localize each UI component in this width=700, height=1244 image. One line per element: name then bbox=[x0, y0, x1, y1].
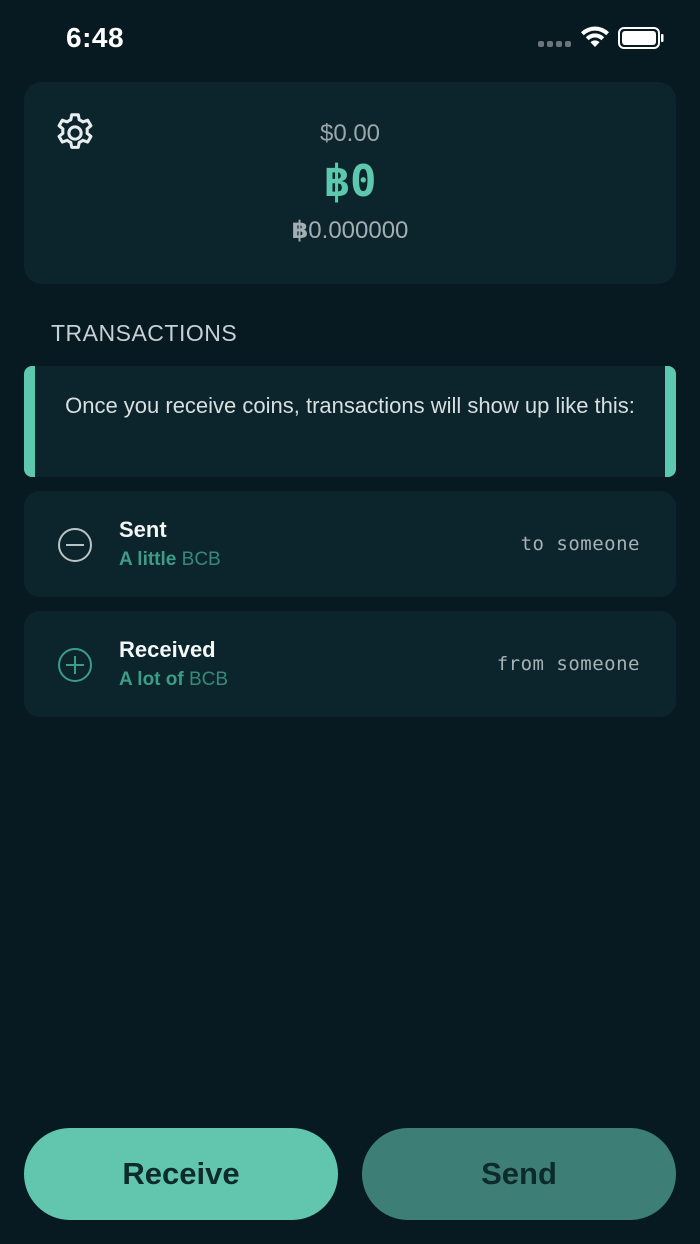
info-text: Once you receive coins, transactions wil… bbox=[65, 393, 635, 418]
coin-symbol: ฿ bbox=[291, 217, 309, 244]
transaction-counterparty: from someone bbox=[496, 653, 640, 675]
coin-balance-precise: ฿0.000000 bbox=[24, 216, 676, 245]
coin-precise-value: 0.000000 bbox=[308, 217, 409, 244]
transaction-title: Received bbox=[119, 637, 216, 662]
minus-circle-icon bbox=[58, 528, 92, 562]
battery-icon bbox=[618, 27, 664, 49]
transaction-quantity: A little bbox=[119, 549, 177, 570]
transaction-counterparty: to someone bbox=[520, 533, 640, 555]
transaction-unit: BCB bbox=[181, 549, 221, 570]
transaction-amount: A lot of BCB bbox=[119, 669, 228, 691]
status-time: 6:48 bbox=[66, 22, 125, 53]
transactions-info-banner: Once you receive coins, transactions wil… bbox=[24, 366, 676, 477]
transaction-title: Sent bbox=[119, 517, 167, 542]
status-bar: 6:48 bbox=[0, 0, 700, 76]
coin-balance: ฿0 bbox=[323, 156, 377, 207]
plus-circle-icon bbox=[58, 648, 92, 682]
transaction-row-sent[interactable]: Sent A little BCB to someone bbox=[24, 491, 676, 597]
transaction-amount: A little BCB bbox=[119, 549, 221, 571]
transaction-row-received[interactable]: Received A lot of BCB from someone bbox=[24, 611, 676, 717]
send-button[interactable]: Send bbox=[362, 1128, 676, 1220]
transaction-unit: BCB bbox=[189, 669, 229, 690]
wifi-icon bbox=[581, 26, 609, 47]
balance-card: $0.00 ฿0 ฿0.000000 bbox=[24, 82, 676, 284]
transactions-header: TRANSACTIONS bbox=[51, 320, 238, 346]
transaction-quantity: A lot of bbox=[119, 669, 184, 690]
fiat-balance: $0.00 bbox=[319, 120, 381, 147]
cellular-signal-icon bbox=[538, 41, 571, 47]
receive-button[interactable]: Receive bbox=[24, 1128, 338, 1220]
